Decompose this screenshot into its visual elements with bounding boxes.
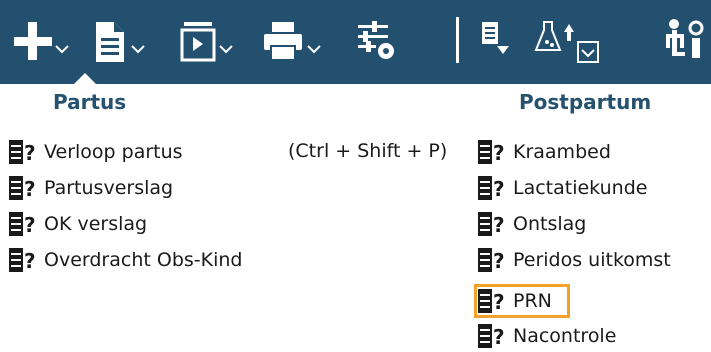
settings-button[interactable]	[350, 0, 416, 84]
document-help-icon: ?	[9, 248, 38, 272]
toolbar-separator	[456, 17, 459, 63]
menu-item-partusverslag[interactable]: ? Partusverslag	[9, 172, 173, 204]
svg-text:?: ?	[24, 141, 36, 164]
list-download-icon	[482, 22, 509, 54]
menu-item-label: Nacontrole	[513, 325, 617, 347]
menu-item-label: OK verslag	[44, 213, 148, 235]
toolbar	[0, 0, 711, 84]
document-help-icon: ?	[478, 289, 507, 313]
menu-item-label: Partusverslag	[44, 177, 174, 199]
new-document-button[interactable]	[86, 0, 164, 84]
document-help-icon: ?	[9, 212, 38, 236]
presentation-button[interactable]	[170, 0, 250, 84]
menu-item-ontslag[interactable]: ? Ontslag	[478, 208, 586, 240]
document-help-icon: ?	[478, 212, 507, 236]
svg-text:?: ?	[493, 290, 505, 313]
menu-item-verloop-partus[interactable]: ? Verloop partus	[9, 136, 183, 168]
menu-item-label: Peridos uitkomst	[513, 249, 671, 271]
shortcut-hint: (Ctrl + Shift + P)	[288, 140, 448, 162]
menu-item-label: Ontslag	[513, 213, 587, 235]
checkbox-icon	[577, 41, 599, 63]
svg-text:?: ?	[24, 213, 36, 236]
menu-item-label: Kraambed	[513, 141, 611, 163]
settings-sliders-icon	[358, 21, 394, 59]
menu-item-overdracht-obs-kind[interactable]: ? Overdracht Obs-Kind	[9, 244, 242, 276]
menu-item-nacontrole[interactable]: ? Nacontrole	[478, 320, 616, 352]
menu-item-prn[interactable]: ? PRN	[478, 285, 552, 317]
document-help-icon: ?	[478, 176, 507, 200]
postpartum-section-title: Postpartum	[519, 90, 652, 114]
document-help-icon: ?	[478, 140, 507, 164]
svg-text:?: ?	[493, 141, 505, 164]
new-document-icon	[96, 22, 145, 62]
partus-section-title: Partus	[53, 90, 127, 114]
svg-text:?: ?	[493, 249, 505, 272]
document-help-icon: ?	[478, 324, 507, 348]
svg-text:?: ?	[493, 325, 505, 348]
svg-text:?: ?	[24, 177, 36, 200]
menu-item-lactatiekunde[interactable]: ? Lactatiekunde	[478, 172, 647, 204]
menu-item-label: Verloop partus	[44, 141, 183, 163]
menu-item-kraambed[interactable]: ? Kraambed	[478, 136, 611, 168]
document-help-icon: ?	[9, 176, 38, 200]
menu-item-label: Overdracht Obs-Kind	[44, 249, 243, 271]
lab-upload-button[interactable]	[528, 0, 618, 84]
menu-item-label: Lactatiekunde	[513, 177, 648, 199]
document-help-icon: ?	[9, 140, 38, 164]
pictogram-button[interactable]	[662, 0, 711, 84]
menu-item-ok-verslag[interactable]: ? OK verslag	[9, 208, 147, 240]
menu-item-peridos-uitkomst[interactable]: ? Peridos uitkomst	[478, 244, 671, 276]
list-download-button[interactable]	[472, 0, 522, 84]
svg-text:?: ?	[493, 177, 505, 200]
svg-text:?: ?	[24, 249, 36, 272]
svg-text:?: ?	[493, 213, 505, 236]
print-button[interactable]	[254, 0, 334, 84]
document-help-icon: ?	[478, 248, 507, 272]
pictogram-icon	[666, 19, 704, 58]
lab-upload-icon	[534, 21, 599, 63]
print-icon	[264, 22, 321, 61]
add-button[interactable]	[0, 0, 80, 84]
presentation-icon	[180, 22, 233, 62]
add-icon	[14, 22, 69, 60]
menu-item-label: PRN	[513, 290, 552, 312]
